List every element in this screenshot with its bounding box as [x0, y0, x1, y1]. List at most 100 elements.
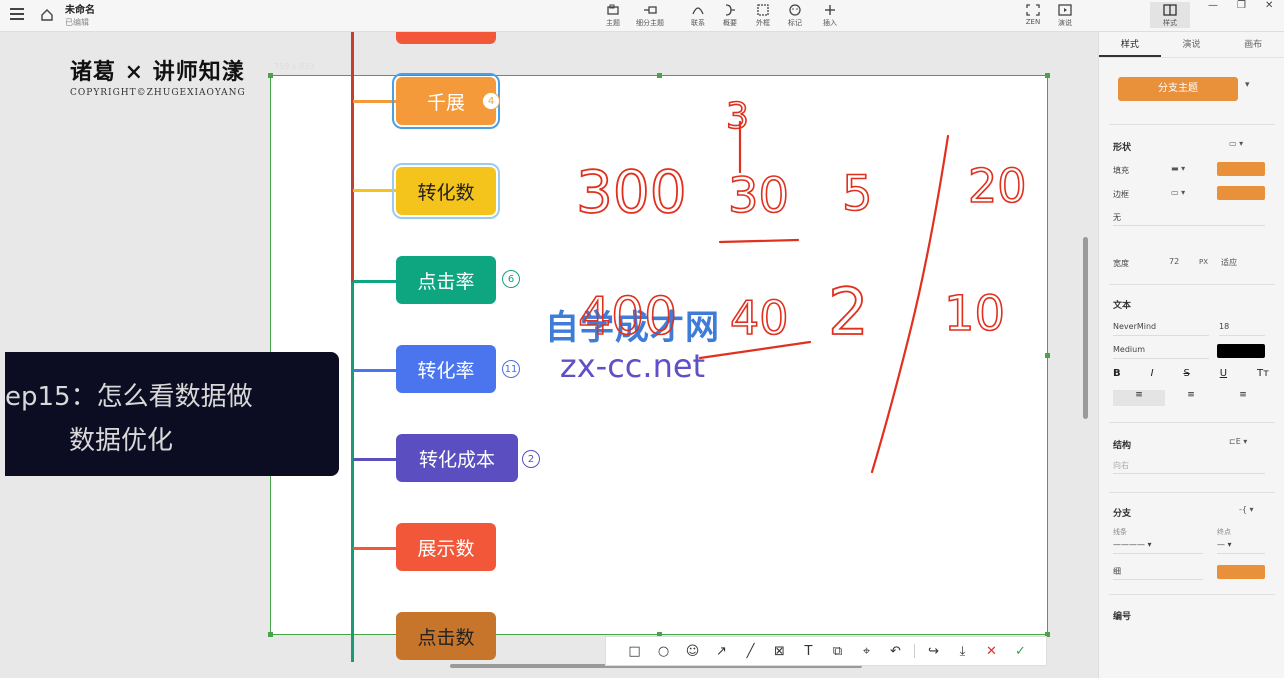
structure-icon[interactable]: ⊏E ▾ [1229, 437, 1247, 446]
hamburger-menu-icon[interactable] [10, 8, 24, 22]
divider [1109, 492, 1275, 493]
subtopic-button[interactable]: 细分主题 [630, 4, 670, 28]
subtopic-icon [644, 6, 657, 14]
tab-canvas[interactable]: 画布 [1222, 32, 1284, 57]
fill-style-select[interactable]: ▬ ▾ [1171, 164, 1185, 173]
fill-color-swatch[interactable] [1217, 162, 1265, 176]
branch-color-swatch[interactable] [1217, 565, 1265, 579]
font-size-select[interactable]: 18 [1219, 322, 1265, 336]
topic-icon [607, 4, 619, 15]
structure-select[interactable]: 向右 [1113, 460, 1265, 474]
branch-line [353, 547, 397, 550]
branch-style-icon[interactable]: -{ ▾ [1239, 505, 1254, 514]
home-icon[interactable] [40, 8, 54, 22]
branch-topic-button[interactable]: 分支主题 [1118, 77, 1238, 101]
pen-icon[interactable]: ╱ [736, 640, 765, 662]
node-count-badge[interactable]: 6 [502, 270, 520, 288]
mindmap-node-qianzhan[interactable]: 千展 [392, 73, 500, 129]
line-style-select[interactable]: ———— ▾ [1113, 540, 1203, 554]
vertical-scrollbar[interactable] [1083, 237, 1088, 419]
tab-present[interactable]: 演说 [1161, 32, 1223, 57]
text-section-title[interactable]: 文本 [1113, 298, 1131, 311]
branch-section-title[interactable]: 分支 [1113, 506, 1131, 519]
align-left-icon[interactable]: ≡ [1113, 390, 1165, 406]
resize-handle[interactable] [1045, 73, 1050, 78]
resize-handle[interactable] [268, 73, 273, 78]
node-count-badge[interactable]: 2 [522, 450, 540, 468]
mindmap-node-dianjilv[interactable]: 点击率 [396, 256, 496, 304]
text-align-row: ≡ ≡ ≡ [1113, 390, 1269, 406]
resize-handle[interactable] [268, 632, 273, 637]
share-icon[interactable]: ↪ [919, 640, 948, 662]
confirm-icon[interactable]: ✓ [1006, 640, 1035, 662]
handwritten-number: 30 [728, 168, 789, 224]
mindmap-trunk-lower [351, 282, 354, 662]
font-family-select[interactable]: NeverMind [1113, 322, 1209, 336]
insert-button[interactable]: 插入 [810, 4, 850, 28]
divider [1109, 124, 1275, 125]
line-end-select[interactable]: — ▾ [1217, 540, 1265, 554]
text-color-swatch[interactable] [1217, 344, 1265, 358]
mindmap-node-dianjishu[interactable]: 点击数 [396, 612, 496, 660]
structure-section-title[interactable]: 结构 [1113, 438, 1131, 451]
arrow-icon[interactable]: ↗ [707, 640, 736, 662]
handwritten-number: 2 [828, 276, 869, 350]
align-center-icon[interactable]: ≡ [1165, 390, 1217, 406]
italic-icon[interactable]: I [1151, 368, 1154, 379]
shape-section-title[interactable]: 形状 [1113, 140, 1131, 153]
document-title[interactable]: 未命名 [65, 1, 95, 16]
numbering-section-title[interactable]: 编号 [1113, 609, 1131, 622]
tab-style[interactable]: 样式 [1099, 32, 1161, 57]
border-color-swatch[interactable] [1217, 186, 1265, 200]
node-count-badge[interactable]: 4 [482, 92, 500, 110]
fit-button[interactable]: 适应 [1221, 257, 1237, 268]
circle-icon[interactable]: ○ [649, 640, 678, 662]
pin-icon[interactable]: ⌖ [852, 640, 881, 662]
close-window-button[interactable]: ✕ [1265, 0, 1273, 11]
save-icon[interactable]: ⤓ [948, 640, 977, 662]
fill-label: 填充 [1113, 166, 1129, 175]
text-format-row: B I S U Tт [1113, 368, 1269, 379]
line-thickness-select[interactable]: 细 [1113, 566, 1203, 580]
topic-button[interactable]: 主题 [593, 4, 633, 28]
width-unit: PX [1199, 258, 1209, 266]
mindmap-node-zhuanhuachengben[interactable]: 转化成本 [396, 434, 518, 482]
cancel-icon[interactable]: ✕ [977, 640, 1006, 662]
mindmap-node-zhuanhualv[interactable]: 转化率 [396, 345, 496, 393]
mosaic-icon[interactable]: ⊠ [765, 640, 794, 662]
capture-size-label: 759 x 833 [274, 62, 315, 71]
insert-icon [825, 5, 835, 15]
emoji-icon[interactable]: ☺ [678, 640, 707, 662]
text-icon[interactable]: T [794, 640, 823, 662]
strikethrough-icon[interactable]: S [1183, 368, 1189, 379]
maximize-button[interactable]: ❐ [1237, 0, 1246, 11]
mindmap-node-zhanshishu[interactable]: 展示数 [396, 523, 496, 571]
mindmap-canvas[interactable]: 759 x 833 千展 4 转化数 点击率 6 转化率 11 转化成本 2 展… [0, 32, 1098, 678]
line-label: 线条 [1113, 528, 1127, 536]
resize-handle[interactable] [1045, 353, 1050, 358]
marker-button[interactable]: 标记 [775, 4, 815, 28]
bold-icon[interactable]: B [1113, 368, 1121, 379]
node-count-badge[interactable]: 11 [502, 360, 520, 378]
text-transform-icon[interactable]: Tт [1257, 368, 1269, 379]
mindmap-node-zhuanhuashu[interactable]: 转化数 [392, 163, 500, 219]
copy-icon[interactable]: ⧉ [823, 640, 852, 662]
branch-line [353, 100, 397, 103]
mindmap-node-partial[interactable] [396, 32, 496, 44]
width-value[interactable]: 72 [1169, 257, 1179, 266]
undo-icon[interactable]: ↶ [881, 640, 910, 662]
present-button[interactable]: 演说 [1045, 4, 1085, 28]
shape-select[interactable]: ▭ ▾ [1229, 139, 1243, 148]
handwritten-number: 40 [730, 291, 789, 345]
episode-title-card: ep15：怎么看数据做 数据优化 [5, 352, 339, 476]
underline-icon[interactable]: U [1220, 368, 1227, 379]
border-style-select[interactable]: ▭ ▾ [1171, 188, 1185, 197]
font-weight-select[interactable]: Medium [1113, 345, 1209, 359]
episode-title-line1: ep15：怎么看数据做 [5, 382, 253, 412]
chevron-down-icon[interactable]: ▾ [1245, 80, 1250, 90]
minimize-button[interactable]: — [1208, 0, 1218, 11]
border-width-select[interactable]: 无 [1113, 212, 1265, 226]
align-right-icon[interactable]: ≡ [1217, 390, 1269, 406]
style-panel-button[interactable]: 样式 [1150, 2, 1190, 28]
rectangle-icon[interactable]: □ [620, 640, 649, 662]
